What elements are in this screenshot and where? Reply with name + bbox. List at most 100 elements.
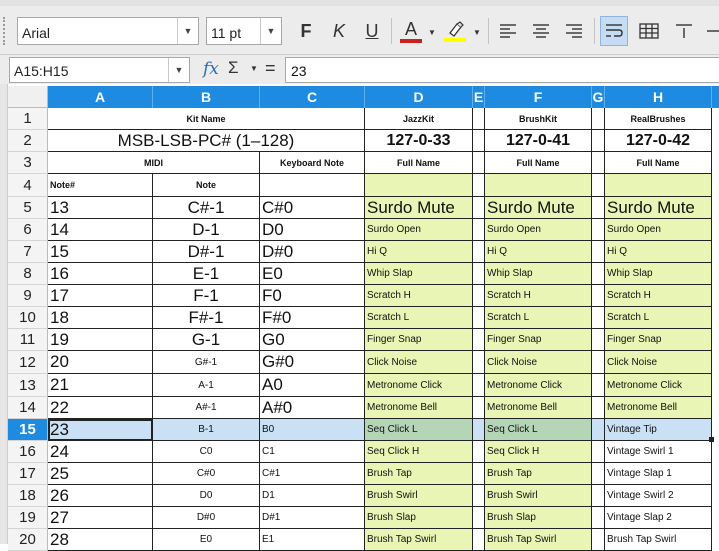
- font-name-combo[interactable]: Arial ▼: [17, 17, 199, 45]
- table-cell[interactable]: C1: [260, 441, 365, 463]
- table-cell[interactable]: 21: [48, 374, 153, 397]
- table-cell[interactable]: C0: [153, 441, 260, 463]
- formula-equals-icon[interactable]: =: [265, 58, 276, 79]
- table-cell[interactable]: Brush Swirl: [485, 485, 592, 507]
- font-size-combo[interactable]: 11 pt ▼: [206, 17, 282, 45]
- table-cell[interactable]: Vintage Swirl 1: [605, 441, 712, 463]
- table-cell[interactable]: [592, 174, 605, 197]
- table-cell[interactable]: [592, 529, 605, 551]
- table-cell[interactable]: [473, 197, 485, 219]
- table-cell[interactable]: [592, 219, 605, 241]
- table-cell[interactable]: Brush Tap: [365, 463, 473, 485]
- table-cell[interactable]: [473, 507, 485, 529]
- table-cell[interactable]: [592, 241, 605, 263]
- chevron-down-icon[interactable]: ▼: [168, 58, 189, 82]
- table-cell[interactable]: Metronome Bell: [485, 397, 592, 419]
- chevron-down-icon[interactable]: ▼: [428, 28, 436, 37]
- table-cell[interactable]: Vintage Tip: [605, 419, 712, 441]
- row-header[interactable]: 15: [8, 419, 48, 441]
- table-cell[interactable]: Brush Tap Swirl: [485, 529, 592, 551]
- gap-cell[interactable]: [592, 152, 605, 174]
- column-header-c[interactable]: C: [260, 86, 365, 108]
- table-cell[interactable]: Click Noise: [485, 351, 592, 374]
- row-header[interactable]: 1: [8, 108, 48, 130]
- table-cell[interactable]: Finger Snap: [365, 329, 473, 351]
- table-cell[interactable]: G#-1: [153, 351, 260, 374]
- table-cell[interactable]: A#0: [260, 397, 365, 419]
- gap-cell[interactable]: [473, 152, 485, 174]
- table-cell[interactable]: [592, 463, 605, 485]
- table-cell[interactable]: C#1: [260, 463, 365, 485]
- table-cell[interactable]: D#1: [260, 507, 365, 529]
- brushkit-header[interactable]: BrushKit: [485, 108, 592, 130]
- formula-input[interactable]: 23: [285, 57, 719, 83]
- full-name-header[interactable]: Full Name: [605, 152, 712, 174]
- table-cell[interactable]: [592, 263, 605, 285]
- table-cell[interactable]: 25: [48, 463, 153, 485]
- table-cell[interactable]: [473, 419, 485, 441]
- align-left-button[interactable]: [494, 16, 522, 46]
- table-cell[interactable]: Hi Q: [605, 241, 712, 263]
- table-cell[interactable]: Click Noise: [605, 351, 712, 374]
- table-cell[interactable]: D-1: [153, 219, 260, 241]
- table-cell[interactable]: D#0: [153, 507, 260, 529]
- table-cell[interactable]: 26: [48, 485, 153, 507]
- realbrushes-header[interactable]: RealBrushes: [605, 108, 712, 130]
- table-cell[interactable]: Metronome Click: [485, 374, 592, 397]
- table-cell[interactable]: Whip Slap: [605, 263, 712, 285]
- row-header[interactable]: 8: [8, 263, 48, 285]
- brushkit-pc-value[interactable]: 127-0-41: [485, 130, 592, 152]
- table-cell[interactable]: Scratch H: [365, 285, 473, 307]
- table-cell[interactable]: Vintage Slap 1: [605, 463, 712, 485]
- font-color-button[interactable]: A: [397, 16, 425, 46]
- table-cell[interactable]: Scratch L: [365, 307, 473, 329]
- table-cell[interactable]: 28: [48, 529, 153, 551]
- table-cell[interactable]: [473, 241, 485, 263]
- table-cell[interactable]: C#-1: [153, 197, 260, 219]
- row-header[interactable]: 9: [8, 285, 48, 307]
- column-header-e[interactable]: E: [473, 86, 485, 108]
- table-cell[interactable]: Click Noise: [365, 351, 473, 374]
- table-cell[interactable]: Vintage Slap 2: [605, 507, 712, 529]
- row-header[interactable]: 16: [8, 441, 48, 463]
- table-cell[interactable]: [473, 263, 485, 285]
- table-cell[interactable]: 16: [48, 263, 153, 285]
- table-cell[interactable]: Brush Tap: [485, 463, 592, 485]
- table-cell[interactable]: [592, 441, 605, 463]
- table-cell[interactable]: [592, 197, 605, 219]
- table-cell[interactable]: Hi Q: [365, 241, 473, 263]
- table-cell[interactable]: 15: [48, 241, 153, 263]
- table-cell[interactable]: Seq Click H: [485, 441, 592, 463]
- jazzkit-header[interactable]: JazzKit: [365, 108, 473, 130]
- full-name-header[interactable]: Full Name: [365, 152, 473, 174]
- table-cell[interactable]: 24: [48, 441, 153, 463]
- table-cell[interactable]: Metronome Bell: [605, 397, 712, 419]
- table-cell[interactable]: 19: [48, 329, 153, 351]
- table-cell[interactable]: [473, 219, 485, 241]
- column-header-d[interactable]: D: [365, 86, 473, 108]
- align-center-button[interactable]: [527, 16, 555, 46]
- table-cell[interactable]: D#-1: [153, 241, 260, 263]
- table-cell[interactable]: [473, 463, 485, 485]
- table-cell[interactable]: [592, 329, 605, 351]
- table-cell[interactable]: Surdo Mute: [605, 197, 712, 219]
- name-box[interactable]: A15:H15 ▼: [9, 57, 190, 83]
- row-header[interactable]: 20: [8, 529, 48, 551]
- table-cell[interactable]: [592, 507, 605, 529]
- table-cell[interactable]: Whip Slap: [365, 263, 473, 285]
- table-cell[interactable]: G-1: [153, 329, 260, 351]
- table-cell[interactable]: B-1: [153, 419, 260, 441]
- table-cell[interactable]: [473, 374, 485, 397]
- row-header[interactable]: 14: [8, 397, 48, 419]
- table-cell[interactable]: Surdo Mute: [485, 197, 592, 219]
- table-cell[interactable]: Surdo Open: [485, 219, 592, 241]
- row-header[interactable]: 11: [8, 329, 48, 351]
- table-cell[interactable]: Brush Tap Swirl: [365, 529, 473, 551]
- table-cell[interactable]: [473, 174, 485, 197]
- table-cell[interactable]: [473, 307, 485, 329]
- table-cell[interactable]: D0: [260, 219, 365, 241]
- align-middle-button[interactable]: [705, 16, 719, 46]
- table-cell[interactable]: [592, 485, 605, 507]
- table-cell[interactable]: F-1: [153, 285, 260, 307]
- column-header-a[interactable]: A: [48, 86, 153, 108]
